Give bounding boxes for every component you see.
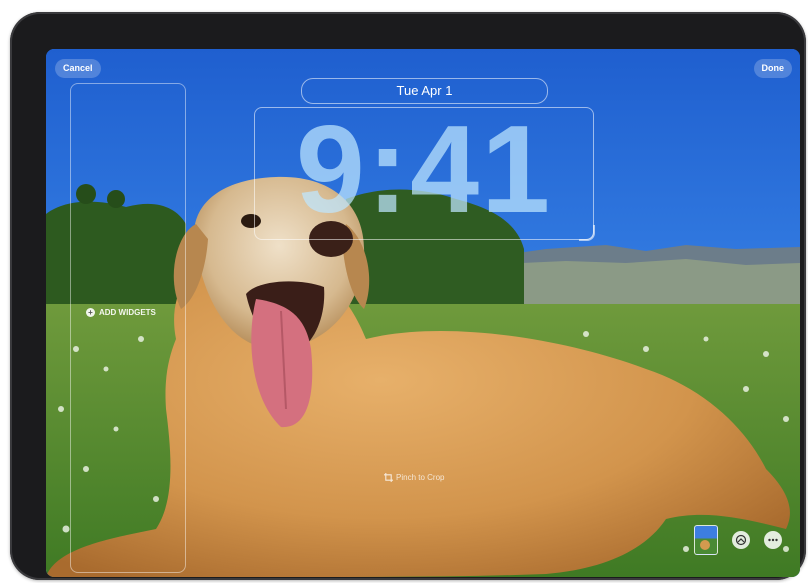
cancel-button[interactable]: Cancel [55, 59, 101, 78]
done-button[interactable]: Done [753, 59, 792, 78]
ipad-frame: + ADD WIDGETS Cancel Done Tue Apr 1 9:41… [10, 12, 806, 580]
bottom-toolbar [694, 525, 782, 555]
ellipsis-icon [768, 538, 778, 542]
crop-icon [384, 473, 393, 482]
pinch-to-crop-hint: Pinch to Crop [384, 473, 444, 482]
clock-time: 9:41 [295, 101, 553, 239]
add-widgets-label: ADD WIDGETS [99, 308, 156, 317]
depth-effect-button[interactable] [732, 531, 750, 549]
lock-screen-editor: + ADD WIDGETS Cancel Done Tue Apr 1 9:41… [46, 49, 800, 577]
add-widgets-button[interactable]: + ADD WIDGETS [86, 308, 156, 317]
date-label: Tue Apr 1 [396, 83, 453, 98]
pinch-label: Pinch to Crop [396, 473, 445, 482]
plus-icon: + [86, 308, 95, 317]
depth-effect-icon [735, 534, 747, 546]
photo-thumbnail-button[interactable] [694, 525, 718, 555]
widget-slot-column[interactable] [70, 83, 186, 573]
more-options-button[interactable] [764, 531, 782, 549]
clock-widget[interactable]: 9:41 [254, 101, 595, 241]
resize-handle[interactable] [579, 225, 595, 241]
